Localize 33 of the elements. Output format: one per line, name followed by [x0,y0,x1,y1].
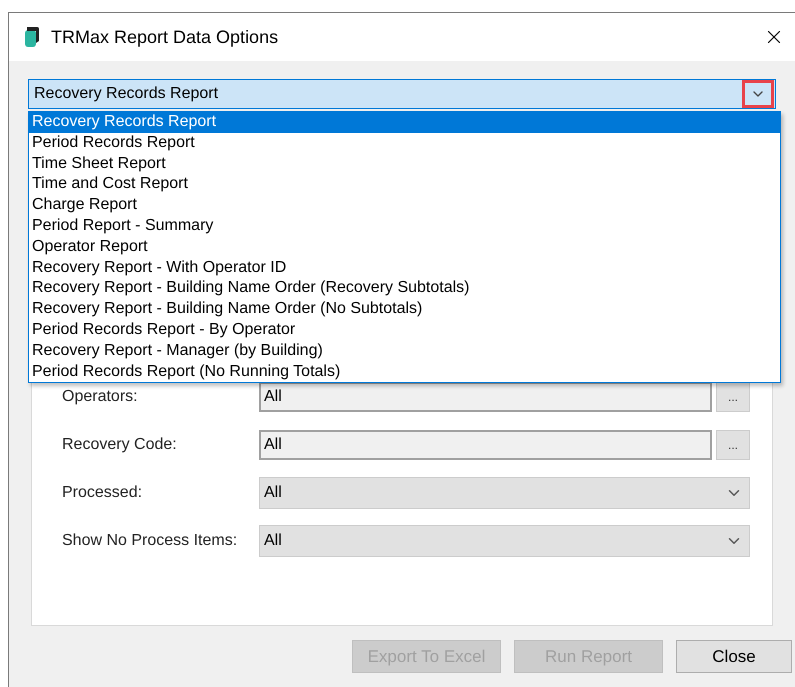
window-title: TRMax Report Data Options [51,26,278,49]
dropdown-toggle[interactable] [742,80,774,108]
field-value: All [264,531,282,551]
dropdown-value: Recovery Records Report [33,84,218,104]
field-label: Operators: [62,387,139,407]
select-field[interactable]: All [259,525,750,557]
dropdown-option[interactable]: Recovery Report - Building Name Order (No Subtotals) [29,299,780,320]
dropdown-option[interactable]: Period Report - Summary [29,216,780,237]
dropdown-option[interactable]: Period Records Report [29,132,780,154]
text-field[interactable]: All [259,430,712,460]
dropdown-option[interactable]: Recovery Report - Building Name Order (Recovery Subtotals) [29,278,780,300]
browse-button[interactable]: ... [716,430,750,460]
dropdown-option[interactable]: Time Sheet Report [29,154,780,174]
dropdown-option[interactable]: Charge Report [29,195,780,216]
dropdown-option[interactable]: Time and Cost Report [29,174,780,196]
field-label: Processed: [62,483,144,503]
dropdown-option[interactable]: Recovery Report - Manager (by Building) [29,340,780,362]
dropdown-option[interactable]: Operator Report [29,236,780,258]
field-label: Show No Process Items: [62,531,238,551]
dialog-button[interactable]: Close [676,640,792,673]
report-dropdown[interactable]: Recovery Records Report [28,79,776,109]
field-value: All [264,435,282,455]
field-label: Recovery Code: [62,435,178,455]
dropdown-option[interactable]: Recovery Report - With Operator ID [29,258,780,278]
dropdown-option[interactable]: Period Records Report - By Operator [29,320,780,341]
field-value: All [264,483,282,503]
select-field[interactable]: All [259,477,750,509]
dropdown-option[interactable]: Period Records Report (No Running Totals) [29,362,780,382]
field-value: All [264,387,282,407]
database-icon [25,27,39,47]
dropdown-option[interactable]: Recovery Records Report [29,112,780,133]
text-field[interactable]: All [259,382,712,412]
browse-button[interactable]: ... [716,382,750,412]
